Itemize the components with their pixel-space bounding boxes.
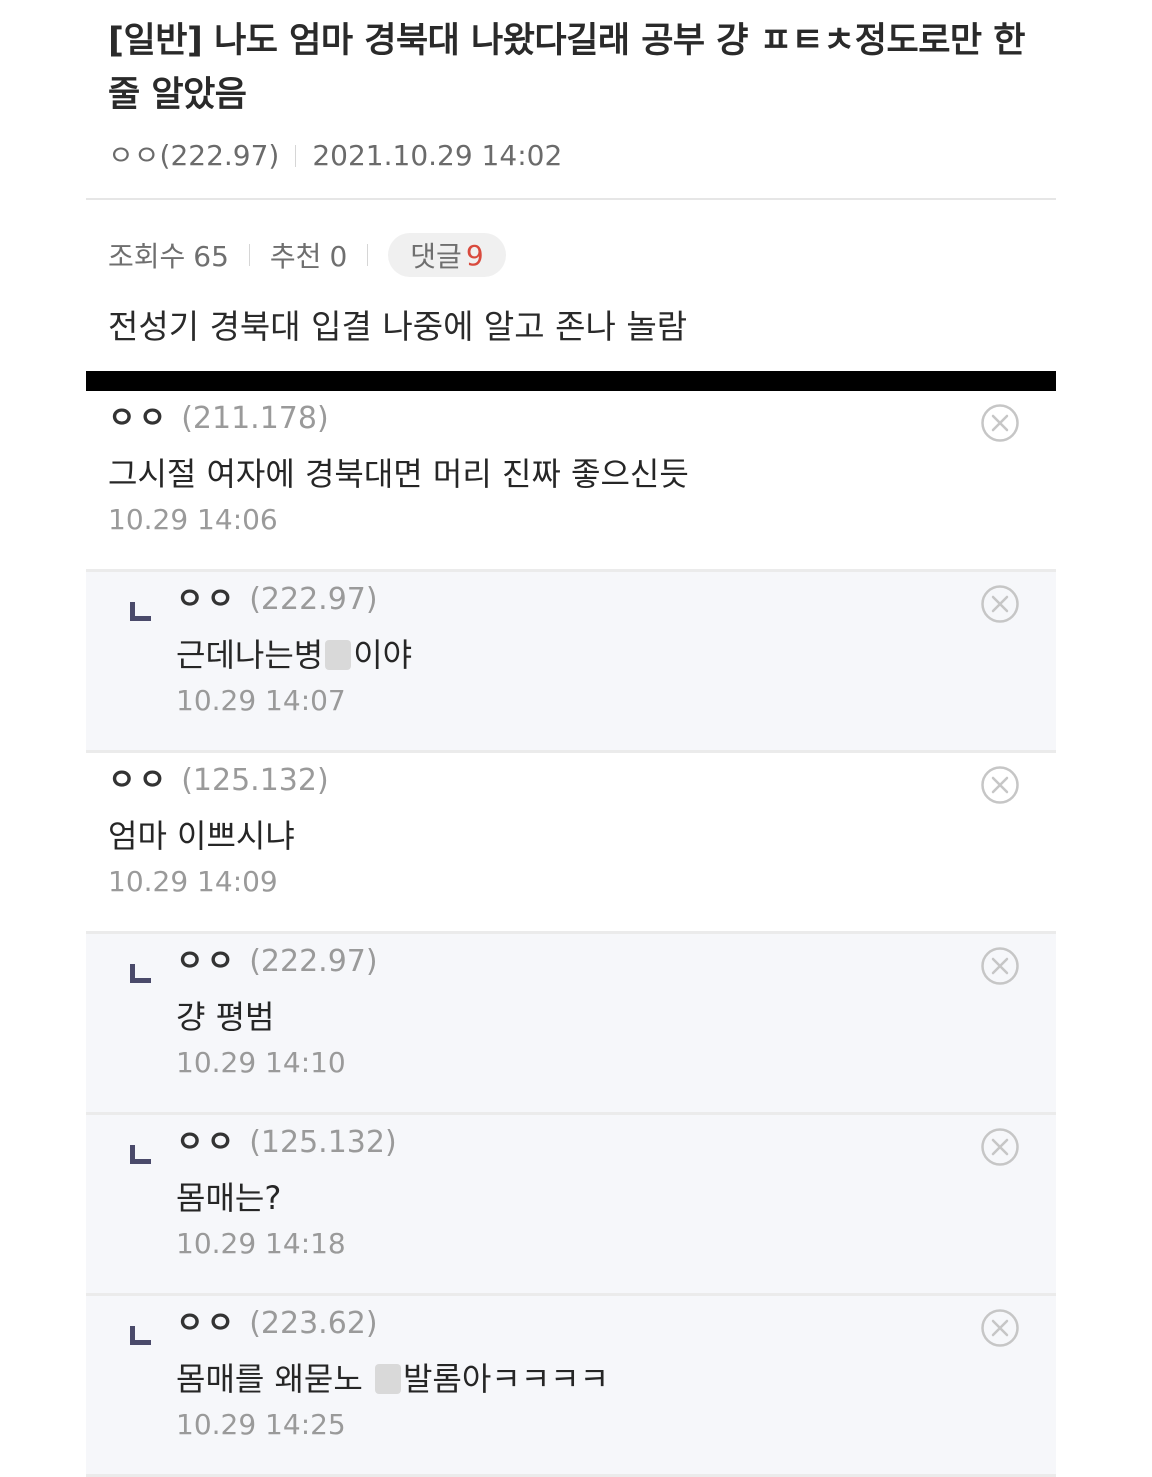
comment-date: 10.29 14:09 bbox=[108, 865, 278, 898]
close-circle-icon bbox=[981, 1309, 1019, 1347]
reply-arrow-icon bbox=[130, 1145, 151, 1164]
delete-comment-button[interactable] bbox=[980, 584, 1020, 624]
comment-ip: (125.132) bbox=[249, 1125, 397, 1160]
comment-header: ㅇㅇ (125.132) bbox=[108, 761, 329, 801]
comment-header: ㅇㅇ (223.62) bbox=[176, 1304, 609, 1344]
comment-ip: (125.132) bbox=[181, 763, 329, 798]
comment-count-badge[interactable]: 댓글 9 bbox=[388, 233, 506, 277]
delete-comment-button[interactable] bbox=[980, 403, 1020, 443]
comment-text-part: 몸매를 왜묻노 bbox=[176, 1360, 373, 1398]
views-stat: 조회수 65 bbox=[108, 235, 229, 275]
comment-author[interactable]: ㅇㅇ bbox=[108, 763, 169, 798]
reply-arrow-icon bbox=[130, 964, 151, 983]
reply-comment: ㅇㅇ (222.97) 걍 평범 10.29 14:10 bbox=[86, 934, 1056, 1115]
comment-text-part: 발롬아ㅋㅋㅋㅋ bbox=[402, 1360, 610, 1398]
censor-blur bbox=[325, 640, 352, 670]
comment-ip: (223.62) bbox=[249, 1306, 378, 1341]
comment-author[interactable]: ㅇㅇ bbox=[176, 1306, 237, 1341]
recommend-stat: 추천 0 bbox=[270, 235, 347, 275]
comment-ip: (222.97) bbox=[249, 944, 378, 979]
comment-header: ㅇㅇ (211.178) bbox=[108, 399, 689, 439]
comment-text: 엄마 이쁘시냐 bbox=[108, 817, 295, 855]
delete-comment-button[interactable] bbox=[980, 946, 1020, 986]
comment-ip: (211.178) bbox=[181, 401, 329, 436]
comment-header: ㅇㅇ (222.97) bbox=[176, 942, 378, 982]
comment: ㅇㅇ (211.178) 그시절 여자에 경북대면 머리 진짜 좋으신듯 10.29 … bbox=[86, 391, 1056, 572]
comment-date: 10.29 14:10 bbox=[176, 1046, 346, 1079]
post-body: 전성기 경북대 입결 나중에 알고 존나 놀람 bbox=[108, 307, 688, 346]
header-divider bbox=[86, 198, 1056, 200]
post-datetime: 2021.10.29 14:02 bbox=[312, 139, 563, 172]
reply-comment: ㅇㅇ (223.62) 몸매를 왜묻노 발롬아ㅋㅋㅋㅋ 10.29 14:25 bbox=[86, 1296, 1056, 1477]
comment-header: ㅇㅇ (222.97) bbox=[176, 580, 412, 620]
comment-text: 몸매를 왜묻노 발롬아ㅋㅋㅋㅋ bbox=[176, 1358, 609, 1400]
comment-content: ㅇㅇ (125.132) 몸매는? 10.29 14:18 bbox=[176, 1123, 397, 1263]
post-meta: ㅇㅇ(222.97) 2021.10.29 14:02 bbox=[108, 134, 562, 174]
comment-author[interactable]: ㅇㅇ bbox=[176, 944, 237, 979]
comment-list: ㅇㅇ (211.178) 그시절 여자에 경북대면 머리 진짜 좋으신듯 10.29 … bbox=[86, 391, 1056, 1477]
close-circle-icon bbox=[981, 947, 1019, 985]
comment-author[interactable]: ㅇㅇ bbox=[176, 1125, 237, 1160]
comments-divider bbox=[86, 371, 1056, 391]
comment-text: 근데나는병 이야 bbox=[176, 634, 412, 676]
comment-text-part: 근데나는병 bbox=[176, 636, 324, 674]
comment-author[interactable]: ㅇㅇ bbox=[176, 582, 237, 617]
close-circle-icon bbox=[981, 1128, 1019, 1166]
recommend-label: 추천 bbox=[269, 240, 322, 273]
comment-header: ㅇㅇ (125.132) bbox=[176, 1123, 397, 1163]
comment-content: ㅇㅇ (222.97) 근데나는병 이야 10.29 14:07 bbox=[176, 580, 412, 720]
views-count: 65 bbox=[193, 240, 229, 273]
comment-date: 10.29 14:25 bbox=[176, 1408, 346, 1441]
comment-ip: (222.97) bbox=[249, 582, 378, 617]
reply-arrow-icon bbox=[130, 1326, 151, 1345]
close-circle-icon bbox=[981, 766, 1019, 804]
reply-comment: ㅇㅇ (125.132) 몸매는? 10.29 14:18 bbox=[86, 1115, 1056, 1296]
stats-divider bbox=[367, 244, 369, 266]
comment-content: ㅇㅇ (211.178) 그시절 여자에 경북대면 머리 진짜 좋으신듯 10.29 … bbox=[108, 399, 689, 539]
reply-arrow-icon bbox=[130, 602, 151, 621]
comment-text: 걍 평범 bbox=[176, 998, 275, 1036]
close-circle-icon bbox=[981, 404, 1019, 442]
close-circle-icon bbox=[981, 585, 1019, 623]
reply-comment: ㅇㅇ (222.97) 근데나는병 이야 10.29 14:07 bbox=[86, 572, 1056, 753]
comment-content: ㅇㅇ (223.62) 몸매를 왜묻노 발롬아ㅋㅋㅋㅋ 10.29 14:25 bbox=[176, 1304, 609, 1444]
post-author[interactable]: ㅇㅇ(222.97) bbox=[108, 139, 279, 172]
post-title: [일반] 나도 엄마 경북대 나왔다길래 공부 걍 ㅍㅌㅊ정도로만 한 줄 알았… bbox=[108, 21, 1025, 115]
comments-count: 9 bbox=[465, 238, 484, 272]
views-label: 조회수 bbox=[108, 240, 186, 273]
recommend-count: 0 bbox=[329, 240, 348, 273]
censor-blur bbox=[374, 1364, 401, 1394]
comment-date: 10.29 14:07 bbox=[176, 684, 346, 717]
comment: ㅇㅇ (125.132) 엄마 이쁘시냐 10.29 14:09 bbox=[86, 753, 1056, 934]
post-stats: 조회수 65 추천 0 댓글 9 bbox=[108, 232, 506, 278]
delete-comment-button[interactable] bbox=[980, 1308, 1020, 1348]
comment-text: 몸매는? bbox=[176, 1179, 282, 1217]
comment-date: 10.29 14:18 bbox=[176, 1227, 346, 1260]
comment-author[interactable]: ㅇㅇ bbox=[108, 401, 169, 436]
meta-divider bbox=[295, 145, 297, 167]
stats-divider bbox=[248, 244, 250, 266]
comment-text: 그시절 여자에 경북대면 머리 진짜 좋으신듯 bbox=[108, 455, 689, 493]
comment-content: ㅇㅇ (222.97) 걍 평범 10.29 14:10 bbox=[176, 942, 378, 1082]
comments-label: 댓글 bbox=[410, 240, 462, 273]
delete-comment-button[interactable] bbox=[980, 1127, 1020, 1167]
comment-date: 10.29 14:06 bbox=[108, 503, 278, 536]
delete-comment-button[interactable] bbox=[980, 765, 1020, 805]
comment-content: ㅇㅇ (125.132) 엄마 이쁘시냐 10.29 14:09 bbox=[108, 761, 329, 901]
comment-text-part: 이야 bbox=[353, 636, 413, 674]
